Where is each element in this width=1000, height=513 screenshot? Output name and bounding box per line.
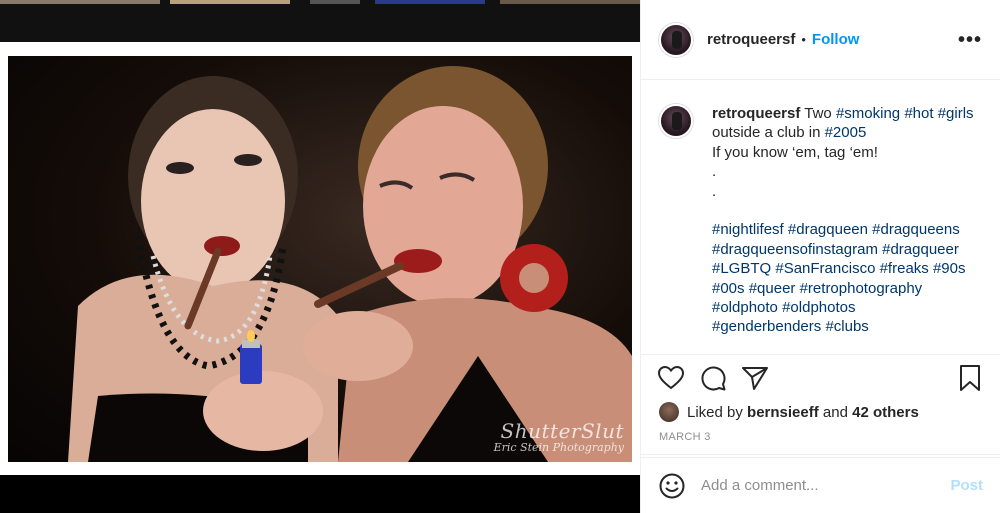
caption-username[interactable]: retroqueersf [712, 105, 800, 122]
hashtag-link[interactable]: #genderbenders [712, 318, 821, 335]
action-bar [641, 355, 1000, 401]
bookmark-icon[interactable] [956, 364, 984, 392]
hashtag-link[interactable]: #dragqueens [872, 221, 960, 238]
post-side-panel: retroqueersf • Follow ••• retroqueersf T… [640, 0, 1000, 513]
comment-input[interactable] [701, 477, 951, 494]
header-separator: • [801, 32, 806, 47]
caption-text: retroqueersf Two #smoking #hot #girls ou… [712, 104, 982, 354]
hashtag-link[interactable]: #dragqueensofinstagram [712, 241, 878, 258]
background-thumbnail-strip [0, 0, 640, 42]
hashtag-link[interactable]: #oldphotos [782, 299, 855, 316]
hashtag-link[interactable]: #hot [904, 105, 933, 122]
liker-username[interactable]: bernsieeff [747, 404, 819, 421]
follow-button[interactable]: Follow [812, 31, 860, 48]
likes-middle: and [822, 403, 848, 421]
hashtag-link[interactable]: #dragqueer [882, 241, 959, 258]
hashtag-link[interactable]: #LGBTQ [712, 260, 771, 277]
caption-dot: . [712, 163, 717, 181]
add-comment-bar: Post [641, 457, 1000, 513]
likes-prefix: Liked by [687, 403, 743, 421]
modal-backdrop-bottom [0, 475, 640, 513]
hashtag-link[interactable]: #dragqueen [788, 221, 868, 238]
hashtag-link[interactable]: #oldphoto [712, 299, 778, 316]
photo-watermark: ShutterSlut Eric Stein Photography [494, 419, 624, 454]
caption-text-part: If you know ‘em, tag ‘em! [712, 143, 878, 161]
post-comment-button[interactable]: Post [950, 477, 983, 494]
caption-text-part: Two [804, 105, 836, 122]
likes-others-link[interactable]: 42 others [852, 404, 919, 421]
post-date[interactable]: MARCH 3 [641, 423, 1000, 455]
caption-section: retroqueersf Two #smoking #hot #girls ou… [641, 80, 1000, 355]
more-options-icon[interactable]: ••• [958, 30, 982, 50]
hashtag-link[interactable]: #girls [938, 105, 974, 122]
post-header: retroqueersf • Follow ••• [641, 0, 1000, 80]
hashtag-link[interactable]: #clubs [825, 318, 868, 335]
hashtag-link[interactable]: #queer [749, 280, 796, 297]
hashtag-link[interactable]: #freaks [880, 260, 929, 277]
smiley-icon[interactable] [659, 473, 685, 499]
likes-summary: Liked by bernsieeff and 42 others [641, 401, 1000, 423]
hashtag-link[interactable]: #nightlifesf [712, 221, 784, 238]
watermark-title: ShutterSlut [500, 419, 624, 443]
photo-illustration [68, 66, 632, 462]
caption-dot: . [712, 182, 717, 200]
paper-plane-icon[interactable] [741, 364, 769, 392]
post-photo-frame: ShutterSlut Eric Stein Photography [0, 42, 640, 475]
hashtag-link[interactable]: #SanFrancisco [775, 260, 875, 277]
hashtag-link[interactable]: #retrophotography [800, 280, 923, 297]
user-avatar[interactable] [659, 22, 693, 57]
caption-text-part: outside a club in [712, 124, 825, 142]
hashtag-link[interactable]: #00s [712, 280, 745, 297]
post-photo[interactable]: ShutterSlut Eric Stein Photography [8, 56, 632, 462]
liker-avatar[interactable] [659, 402, 679, 422]
hashtag-link[interactable]: #90s [933, 260, 966, 277]
hashtag-link[interactable]: #2005 [825, 124, 867, 141]
hashtag-link[interactable]: #smoking [836, 105, 900, 122]
caption-avatar[interactable] [659, 104, 693, 138]
header-username[interactable]: retroqueersf [707, 31, 795, 48]
comment-bubble-icon[interactable] [699, 364, 727, 392]
watermark-subtitle: Eric Stein Photography [493, 441, 624, 454]
heart-icon[interactable] [657, 364, 685, 392]
